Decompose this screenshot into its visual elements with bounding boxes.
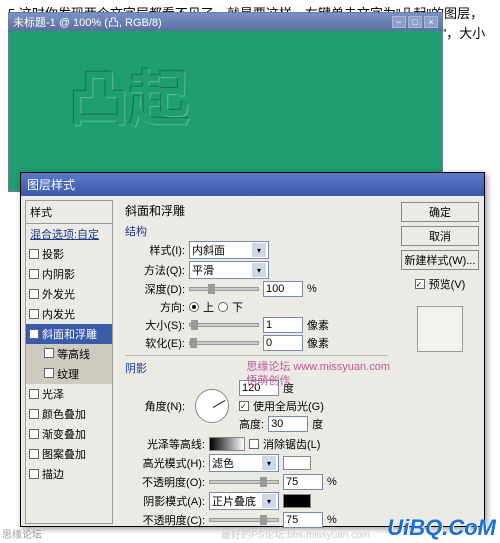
window-title: 未标题-1 @ 100% (凸, RGB/8) xyxy=(13,14,162,30)
direction-label: 方向: xyxy=(125,299,185,315)
chevron-down-icon: ▾ xyxy=(262,456,276,470)
depth-unit: % xyxy=(307,283,317,295)
soften-unit: 像素 xyxy=(307,335,329,351)
photoshop-window: 未标题-1 @ 100% (凸, RGB/8) − □ × 凸起 xyxy=(8,12,443,192)
size-slider[interactable] xyxy=(189,323,259,327)
shadow-mode-select[interactable]: 正片叠底▾ xyxy=(209,492,279,510)
preview-checkbox[interactable] xyxy=(415,279,425,289)
footer-credit: 最好的PS论坛:bbs.missyuan.com xyxy=(221,526,370,541)
style-item-pattern-overlay[interactable]: 图案叠加 xyxy=(26,444,112,464)
layer-style-dialog: 图层样式 样式 混合选项:自定 投影 内阴影 外发光 内发光 斜面和浮雕 等高线… xyxy=(20,172,485,527)
shadow-color-swatch[interactable] xyxy=(283,494,311,508)
gloss-contour-label: 光泽等高线: xyxy=(125,436,205,452)
shadow-opacity-slider[interactable] xyxy=(209,518,279,522)
chevron-down-icon: ▾ xyxy=(262,494,276,508)
technique-select[interactable]: 平滑▾ xyxy=(189,261,269,279)
dialog-buttons-panel: 确定 取消 新建样式(W)... 预览(V) xyxy=(396,196,484,528)
style-item-inner-shadow[interactable]: 内阴影 xyxy=(26,264,112,284)
style-label: 样式(I): xyxy=(125,242,185,258)
style-item-satin[interactable]: 光泽 xyxy=(26,384,112,404)
soften-input[interactable] xyxy=(263,335,303,351)
depth-input[interactable] xyxy=(263,281,303,297)
footer-text: 思缘论坛 xyxy=(2,526,42,541)
cancel-button[interactable]: 取消 xyxy=(401,226,479,246)
chevron-down-icon: ▾ xyxy=(252,243,266,257)
dialog-title: 图层样式 xyxy=(21,173,484,196)
style-item-gradient-overlay[interactable]: 渐变叠加 xyxy=(26,424,112,444)
highlight-mode-select[interactable]: 滤色▾ xyxy=(209,454,279,472)
highlight-mode-label: 高光模式(H): xyxy=(125,455,205,471)
canvas-emboss-text: 凸起 xyxy=(69,51,189,138)
window-titlebar: 未标题-1 @ 100% (凸, RGB/8) − □ × xyxy=(9,13,442,31)
soften-label: 软化(E): xyxy=(125,335,185,351)
highlight-opacity-slider[interactable] xyxy=(209,480,279,484)
style-item-color-overlay[interactable]: 颜色叠加 xyxy=(26,404,112,424)
chevron-down-icon: ▾ xyxy=(252,263,266,277)
style-list-header: 样式 xyxy=(26,201,112,224)
style-item-outer-glow[interactable]: 外发光 xyxy=(26,284,112,304)
gloss-contour-picker[interactable] xyxy=(209,437,245,451)
global-light-checkbox[interactable] xyxy=(239,401,249,411)
direction-up-radio[interactable] xyxy=(189,302,199,312)
ok-button[interactable]: 确定 xyxy=(401,202,479,222)
altitude-input[interactable] xyxy=(268,416,308,432)
size-label: 大小(S): xyxy=(125,317,185,333)
anti-alias-checkbox[interactable] xyxy=(249,439,259,449)
structure-heading: 结构 xyxy=(125,223,388,239)
close-icon[interactable]: × xyxy=(424,16,438,28)
canvas-area: 凸起 xyxy=(9,31,442,191)
soften-slider[interactable] xyxy=(189,341,259,345)
maximize-icon[interactable]: □ xyxy=(408,16,422,28)
new-style-button[interactable]: 新建样式(W)... xyxy=(401,250,479,270)
style-sub-texture[interactable]: 纹理 xyxy=(26,364,112,384)
highlight-opacity-input[interactable] xyxy=(283,474,323,490)
highlight-opacity-label: 不透明度(O): xyxy=(125,474,205,490)
panel-title: 斜面和浮雕 xyxy=(125,202,388,219)
shadow-opacity-label: 不透明度(C): xyxy=(125,512,205,528)
angle-label: 角度(N): xyxy=(125,398,185,414)
technique-label: 方法(Q): xyxy=(125,262,185,278)
style-list-panel: 样式 混合选项:自定 投影 内阴影 外发光 内发光 斜面和浮雕 等高线 纹理 光… xyxy=(25,200,113,524)
watermark: 思缘论坛 www.missyuan.com 悟萌创作 xyxy=(246,360,390,388)
shadow-mode-label: 阴影模式(A): xyxy=(125,493,205,509)
style-select[interactable]: 内斜面▾ xyxy=(189,241,269,259)
depth-label: 深度(D): xyxy=(125,281,185,297)
size-input[interactable] xyxy=(263,317,303,333)
depth-slider[interactable] xyxy=(189,287,259,291)
blend-options-link[interactable]: 混合选项:自定 xyxy=(26,224,112,244)
direction-down-radio[interactable] xyxy=(218,302,228,312)
size-unit: 像素 xyxy=(307,317,329,333)
altitude-label: 高度: xyxy=(239,416,264,432)
style-item-bevel-emboss[interactable]: 斜面和浮雕 xyxy=(26,324,112,344)
style-item-drop-shadow[interactable]: 投影 xyxy=(26,244,112,264)
brand-logo: UiBQ.CoM xyxy=(387,515,496,541)
highlight-color-swatch[interactable] xyxy=(283,456,311,470)
angle-dial[interactable] xyxy=(195,389,229,423)
style-item-stroke[interactable]: 描边 xyxy=(26,464,112,484)
preview-swatch xyxy=(417,306,463,352)
style-item-inner-glow[interactable]: 内发光 xyxy=(26,304,112,324)
style-sub-contour[interactable]: 等高线 xyxy=(26,344,112,364)
minimize-icon[interactable]: − xyxy=(392,16,406,28)
